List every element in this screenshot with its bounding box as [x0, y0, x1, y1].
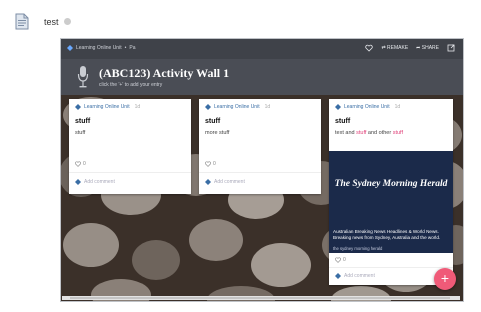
like-button[interactable]: 0 [205, 161, 216, 167]
add-post-button[interactable]: + [434, 268, 456, 290]
scrollbar-thumb[interactable] [70, 297, 450, 299]
breadcrumb-owner[interactable]: Learning Online Unit [76, 45, 122, 51]
breadcrumb-label[interactable]: Pa [129, 45, 135, 51]
heart-icon[interactable] [365, 44, 374, 52]
author-name: Learning Online Unit [344, 104, 390, 110]
post-author: Learning Online Unit 1d [205, 104, 270, 110]
post-author: Learning Online Unit 1d [335, 104, 400, 110]
link-preview-source: the sydney morning herald [333, 246, 383, 251]
body-text: and other [366, 130, 393, 136]
body-text: text and [335, 130, 357, 136]
add-comment-label: Add comment [84, 179, 115, 185]
post-title: stuff [335, 118, 351, 125]
heart-icon [335, 257, 341, 263]
link-preview[interactable]: The Sydney Morning Herald Australian Bre… [329, 151, 453, 253]
heart-icon [205, 161, 211, 167]
post-title: stuff [75, 118, 91, 125]
padlet-logo-icon [67, 45, 73, 51]
post-author: Learning Online Unit 1d [75, 104, 140, 110]
like-button[interactable]: 0 [75, 161, 86, 167]
post-card[interactable]: Learning Online Unit 1d stuff stuff 0 Ad… [69, 99, 191, 194]
share-button[interactable]: ➦ SHARE [416, 45, 439, 51]
avatar-icon [335, 104, 341, 110]
post-title: stuff [205, 118, 221, 125]
breadcrumb: Learning Online Unit • Pa [67, 45, 135, 51]
horizontal-scrollbar[interactable] [62, 296, 460, 300]
avatar-icon [205, 179, 211, 185]
avatar-icon [75, 104, 81, 110]
heart-icon [75, 161, 81, 167]
share-label: SHARE [421, 45, 439, 51]
document-title: test [44, 17, 59, 27]
post-card[interactable]: Learning Online Unit 1d stuff text and s… [329, 99, 453, 285]
add-comment[interactable]: Add comment [335, 273, 375, 279]
add-comment-label: Add comment [214, 179, 245, 185]
post-time: 1d [134, 104, 141, 110]
add-comment[interactable]: Add comment [75, 179, 115, 185]
add-comment-label: Add comment [344, 273, 375, 279]
post-body: text and stuff and other stuff [335, 130, 403, 136]
link-preview-caption: Australian Breaking News Headlines & Wor… [333, 229, 441, 240]
remake-label: REMAKE [387, 45, 409, 51]
document-icon [15, 13, 29, 30]
like-button[interactable]: 0 [335, 257, 346, 263]
padlet-topbar: Learning Online Unit • Pa ⇄ REMAKE ➦ SHA… [61, 39, 463, 59]
avatar-icon [335, 273, 341, 279]
microphone-icon [77, 66, 89, 88]
post-body: more stuff [205, 130, 230, 136]
post-card[interactable]: Learning Online Unit 1d stuff more stuff… [199, 99, 321, 194]
divider [329, 267, 453, 268]
add-comment[interactable]: Add comment [205, 179, 245, 185]
padlet-actions: ⇄ REMAKE ➦ SHARE [365, 44, 455, 52]
status-dot [64, 18, 71, 25]
body-highlight: stuff [356, 130, 367, 136]
like-count: 0 [213, 161, 216, 167]
breadcrumb-separator: • [124, 45, 127, 51]
expand-icon[interactable] [447, 44, 455, 52]
avatar-icon [205, 104, 211, 110]
divider [69, 172, 191, 173]
post-time: 1d [264, 104, 271, 110]
wall-header: (ABC123) Activity Wall 1 click the '+' t… [61, 59, 463, 95]
post-body: stuff [75, 130, 86, 136]
divider [199, 172, 321, 173]
like-count: 0 [343, 257, 346, 263]
like-count: 0 [83, 161, 86, 167]
wall-subtitle: click the '+' to add your entry [99, 82, 163, 88]
padlet-embed[interactable]: Learning Online Unit • Pa ⇄ REMAKE ➦ SHA… [60, 38, 464, 302]
author-name: Learning Online Unit [214, 104, 260, 110]
body-highlight: stuff [392, 130, 403, 136]
link-preview-logo: The Sydney Morning Herald [334, 179, 448, 189]
post-time: 1d [394, 104, 401, 110]
remake-button[interactable]: ⇄ REMAKE [381, 45, 408, 51]
author-name: Learning Online Unit [84, 104, 130, 110]
wall-title: (ABC123) Activity Wall 1 [99, 66, 230, 80]
plus-icon: + [440, 270, 450, 286]
avatar-icon [75, 179, 81, 185]
